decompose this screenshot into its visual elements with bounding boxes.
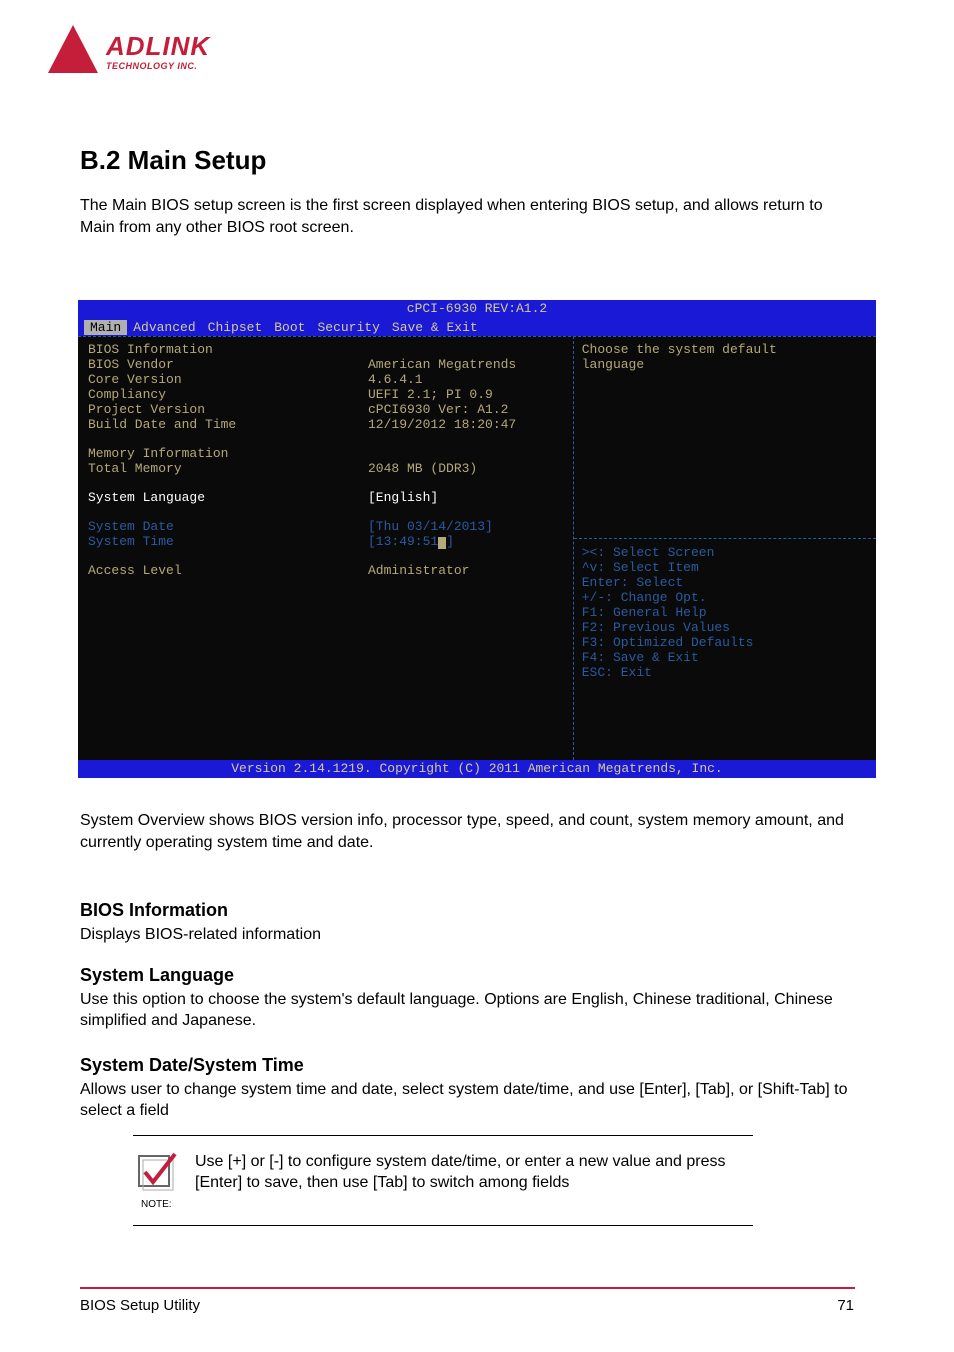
- help-key-select-item: ^v: Select Item: [582, 560, 868, 575]
- system-overview-paragraph: System Overview shows BIOS version info,…: [80, 810, 855, 853]
- bios-help-pane: Choose the system default language ><: S…: [573, 336, 876, 760]
- logo-triangle-icon: [48, 25, 98, 73]
- note-label: NOTE:: [141, 1199, 183, 1210]
- bios-vendor-label: BIOS Vendor: [88, 357, 368, 372]
- system-date-time-heading: System Date/System Time: [80, 1055, 304, 1076]
- core-version-label: Core Version: [88, 372, 368, 387]
- bios-left-pane: BIOS Information BIOS VendorAmerican Meg…: [78, 336, 573, 760]
- system-date-label[interactable]: System Date: [88, 519, 368, 534]
- core-version-value: 4.6.4.1: [368, 372, 423, 387]
- bios-info-header: BIOS Information: [88, 342, 368, 357]
- system-language-heading: System Language: [80, 965, 234, 986]
- total-memory-value: 2048 MB (DDR3): [368, 461, 477, 476]
- system-date-time-text: Allows user to change system time and da…: [80, 1080, 855, 1122]
- logo-main-text: ADLINK: [106, 31, 210, 62]
- help-key-f3: F3: Optimized Defaults: [582, 635, 868, 650]
- bios-tab-boot[interactable]: Boot: [268, 320, 311, 335]
- bios-footer-bar: Version 2.14.1219. Copyright (C) 2011 Am…: [78, 760, 876, 778]
- system-time-value[interactable]: [13:49:51]: [368, 534, 454, 549]
- bios-tab-main[interactable]: Main: [84, 320, 127, 335]
- bios-tab-advanced[interactable]: Advanced: [127, 320, 201, 335]
- note-icon: NOTE:: [133, 1148, 183, 1210]
- cursor-icon: [438, 537, 446, 549]
- bios-tab-security[interactable]: Security: [311, 320, 385, 335]
- bios-tab-save-exit[interactable]: Save & Exit: [386, 320, 484, 335]
- build-date-value: 12/19/2012 18:20:47: [368, 417, 516, 432]
- help-key-f4: F4: Save & Exit: [582, 650, 868, 665]
- bios-screenshot: cPCI-6930 REV:A1.2 Main Advanced Chipset…: [78, 300, 876, 778]
- help-key-select-screen: ><: Select Screen: [582, 545, 868, 560]
- system-language-text: Use this option to choose the system's d…: [80, 990, 855, 1032]
- help-description-line2: language: [582, 357, 868, 372]
- project-version-value: cPCI6930 Ver: A1.2: [368, 402, 508, 417]
- system-date-value[interactable]: [Thu 03/14/2013]: [368, 519, 493, 534]
- access-level-label: Access Level: [88, 563, 368, 578]
- help-key-f1: F1: General Help: [582, 605, 868, 620]
- adlink-logo: ADLINK TECHNOLOGY INC.: [48, 25, 248, 80]
- build-date-label: Build Date and Time: [88, 417, 368, 432]
- access-level-value: Administrator: [368, 563, 469, 578]
- section-title: B.2 Main Setup: [80, 145, 266, 176]
- project-version-label: Project Version: [88, 402, 368, 417]
- help-key-change-opt: +/-: Change Opt.: [582, 590, 868, 605]
- system-language-value[interactable]: [English]: [368, 490, 438, 505]
- bios-information-text: Displays BIOS-related information: [80, 925, 855, 946]
- note-divider-top: [133, 1135, 753, 1136]
- bios-title-bar: cPCI-6930 REV:A1.2: [78, 300, 876, 318]
- compliancy-label: Compliancy: [88, 387, 368, 402]
- memory-info-header: Memory Information: [88, 446, 368, 461]
- help-key-enter: Enter: Select: [582, 575, 868, 590]
- system-language-label[interactable]: System Language: [88, 490, 368, 505]
- total-memory-label: Total Memory: [88, 461, 368, 476]
- bios-vendor-value: American Megatrends: [368, 357, 516, 372]
- checkbox-note-icon: [133, 1148, 181, 1196]
- help-key-f2: F2: Previous Values: [582, 620, 868, 635]
- system-time-label[interactable]: System Time: [88, 534, 368, 549]
- bios-tab-chipset[interactable]: Chipset: [202, 320, 269, 335]
- bios-tab-bar: Main Advanced Chipset Boot Security Save…: [78, 318, 876, 336]
- page-number: 71: [837, 1297, 854, 1314]
- note-text: Use [+] or [-] to configure system date/…: [195, 1152, 755, 1194]
- note-divider-bottom: [133, 1225, 753, 1226]
- compliancy-value: UEFI 2.1; PI 0.9: [368, 387, 493, 402]
- bios-information-heading: BIOS Information: [80, 900, 228, 921]
- help-key-esc: ESC: Exit: [582, 665, 868, 680]
- logo-sub-text: TECHNOLOGY INC.: [106, 61, 197, 71]
- page-footer-divider: [80, 1287, 855, 1289]
- intro-paragraph: The Main BIOS setup screen is the first …: [80, 195, 855, 238]
- page-footer-title: BIOS Setup Utility: [80, 1297, 200, 1314]
- help-description-line1: Choose the system default: [582, 342, 868, 357]
